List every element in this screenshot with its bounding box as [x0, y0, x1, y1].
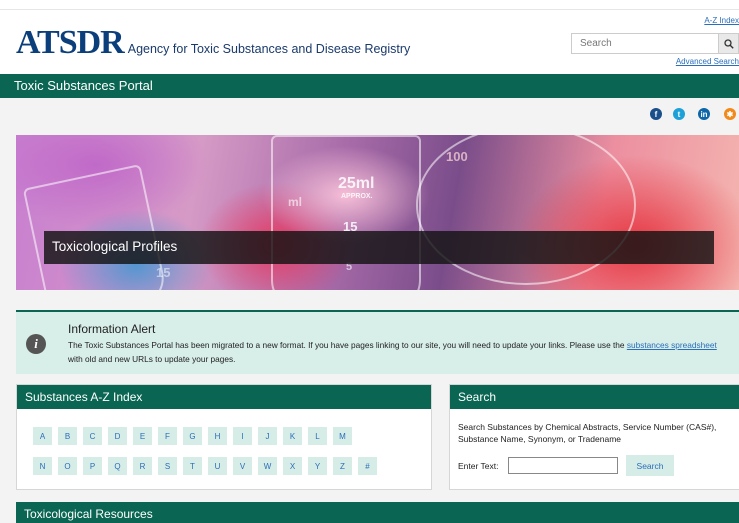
az-letter[interactable]: D: [108, 427, 127, 445]
az-letter[interactable]: F: [158, 427, 177, 445]
az-index-link[interactable]: A-Z Index: [704, 16, 739, 25]
az-letter[interactable]: H: [208, 427, 227, 445]
az-letter[interactable]: #: [358, 457, 377, 475]
beaker-mark-25ml: 25ml: [338, 175, 375, 192]
top-border: [0, 0, 739, 10]
facebook-icon[interactable]: f: [650, 108, 662, 120]
information-alert: i Information Alert The Toxic Substances…: [16, 310, 739, 374]
search-panel-title: Search: [450, 385, 739, 409]
az-letter[interactable]: E: [133, 427, 152, 445]
alert-body-prefix: The Toxic Substances Portal has been mig…: [68, 340, 627, 350]
beaker-mark-approx: APPROX.: [341, 193, 373, 200]
substances-spreadsheet-link[interactable]: substances spreadsheet: [627, 340, 717, 350]
az-letter[interactable]: U: [208, 457, 227, 475]
advanced-search-link[interactable]: Advanced Search: [676, 57, 739, 66]
az-panel-title: Substances A-Z Index: [17, 385, 431, 409]
portal-title[interactable]: Toxic Substances Portal: [14, 78, 153, 93]
az-letter[interactable]: V: [233, 457, 252, 475]
twitter-icon[interactable]: t: [673, 108, 685, 120]
substance-search-panel: Search Search Substances by Chemical Abs…: [449, 384, 739, 490]
site-header: ATSDR Agency for Toxic Substances and Di…: [0, 10, 739, 74]
logo-mark: ATSDR: [16, 24, 125, 61]
substances-az-panel: Substances A-Z Index A B C D E F G H I J…: [16, 384, 432, 490]
toxicological-resources-title: Toxicological Resources: [16, 502, 739, 523]
logo-text: Agency for Toxic Substances and Disease …: [127, 42, 411, 56]
site-search-input[interactable]: Search: [571, 33, 719, 54]
az-letter[interactable]: L: [308, 427, 327, 445]
az-letter[interactable]: O: [58, 457, 77, 475]
az-row-1: A B C D E F G H I J K L M: [33, 427, 423, 445]
az-letter[interactable]: P: [83, 457, 102, 475]
az-letter[interactable]: T: [183, 457, 202, 475]
az-row-2: N O P Q R S T U V W X Y Z #: [33, 457, 423, 475]
info-icon: i: [26, 334, 46, 354]
az-letter[interactable]: A: [33, 427, 52, 445]
az-letter[interactable]: C: [83, 427, 102, 445]
alert-body-suffix: with old and new URLs to update your pag…: [68, 354, 236, 364]
hero-caption[interactable]: Toxicological Profiles: [44, 231, 714, 264]
syndication-icon[interactable]: ✱: [724, 108, 736, 120]
linkedin-icon[interactable]: in: [698, 108, 710, 120]
enter-text-label: Enter Text:: [458, 461, 499, 471]
az-letter[interactable]: W: [258, 457, 277, 475]
alert-title: Information Alert: [68, 322, 156, 336]
search-description: Search Substances by Chemical Abstracts,…: [458, 422, 717, 444]
az-letter[interactable]: B: [58, 427, 77, 445]
az-letter[interactable]: J: [258, 427, 277, 445]
az-letter[interactable]: M: [333, 427, 352, 445]
az-letter[interactable]: R: [133, 457, 152, 475]
beaker-left: [22, 164, 170, 290]
az-letter[interactable]: G: [183, 427, 202, 445]
az-letter[interactable]: S: [158, 457, 177, 475]
az-letter[interactable]: Y: [308, 457, 327, 475]
beaker-mark-ml: ml: [288, 195, 303, 209]
substance-search-input[interactable]: [508, 457, 618, 474]
alert-body: The Toxic Substances Portal has been mig…: [68, 338, 728, 366]
hero-banner[interactable]: 100 25ml APPROX. 15 5 ml 15 Toxicologica…: [16, 135, 739, 290]
beaker-mark-100: 100: [446, 149, 468, 164]
substance-search-button[interactable]: Search: [626, 455, 674, 476]
site-search-button[interactable]: [719, 33, 739, 54]
az-letter[interactable]: I: [233, 427, 252, 445]
az-letter[interactable]: X: [283, 457, 302, 475]
beaker-mark-15-left: 15: [156, 265, 171, 280]
az-letter[interactable]: K: [283, 427, 302, 445]
atsdr-logo[interactable]: ATSDR Agency for Toxic Substances and Di…: [16, 24, 410, 62]
portal-title-bar: Toxic Substances Portal: [0, 74, 739, 98]
az-letter[interactable]: Q: [108, 457, 127, 475]
search-icon: [723, 38, 734, 49]
az-letter[interactable]: Z: [333, 457, 352, 475]
az-letter[interactable]: N: [33, 457, 52, 475]
